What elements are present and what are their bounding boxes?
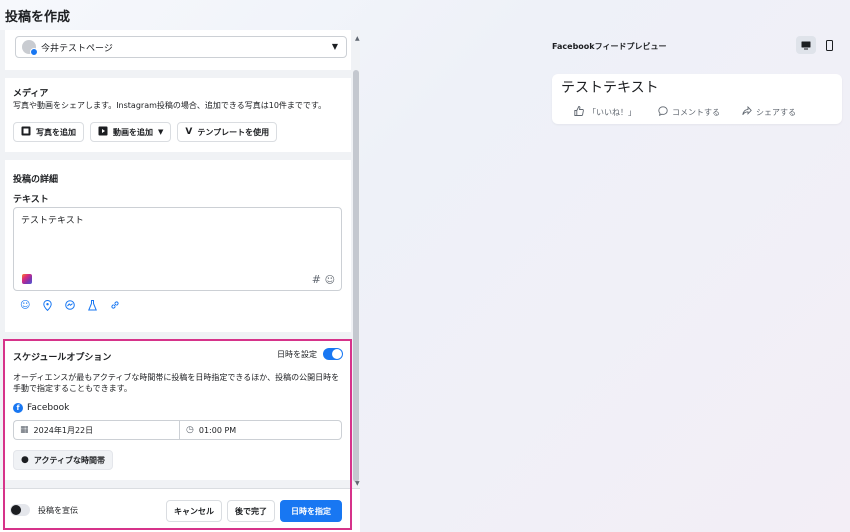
date-value: 2024年1月22日 [33,425,94,435]
schedule-heading: スケジュールオプション [13,353,112,363]
caret-down-icon: ▼ [158,128,164,136]
video-icon [98,126,108,139]
scrollbar[interactable] [352,30,360,486]
hashtag-icon[interactable]: # [312,273,321,286]
text-label: テキスト [13,195,49,205]
scroll-up-icon[interactable]: ▲ [355,35,360,42]
preview-comment-label: コメントする [672,107,720,117]
preview-comment-button: コメントする [658,106,720,118]
schedule-toggle[interactable] [323,348,343,360]
mobile-preview-button[interactable] [819,36,839,54]
toggle-knob [11,505,21,515]
clock-filled-icon: ● [21,455,29,465]
boost-label: 投稿を宣伝 [38,505,78,515]
photo-icon [21,126,31,139]
feed-preview-card: テストテキスト 「いいね！」 コメントする シェアする [552,74,842,124]
schedule-button[interactable]: 日時を指定 [280,500,342,522]
desktop-preview-button[interactable] [796,36,816,54]
preview-label: Facebookフィードプレビュー [552,42,667,51]
mobile-icon [825,39,833,51]
emoji-icon[interactable]: ☺ [325,275,335,286]
location-icon[interactable] [43,299,53,314]
page-title: 投稿を作成 [5,10,71,25]
toggle-knob [332,349,342,359]
post-details-section: 投稿の詳細 テキスト テストテキスト # ☺ ☺ [5,160,351,332]
scroll-down-icon[interactable]: ▼ [355,480,360,487]
schedule-description: オーディエンスが最もアクティブな時間帯に投稿を日時指定できるほか、投稿の公開日時… [13,373,340,393]
time-value: 01:00 PM [198,425,237,435]
page-select-dropdown[interactable]: 今井テストページ ▼ [15,36,347,58]
cancel-button[interactable]: キャンセル [166,500,222,522]
template-icon: V [185,127,193,137]
use-template-label: テンプレートを使用 [197,127,270,137]
media-heading: メディア [13,89,49,99]
use-template-button[interactable]: V テンプレートを使用 [177,122,278,142]
schedule-options-section: スケジュールオプション 日時を設定 オーディエンスが最もアクティブな時間帯に投稿… [5,340,351,480]
platform-label: Facebook [27,403,70,413]
details-heading: 投稿の詳細 [13,175,59,185]
feeling-icon[interactable]: ☺ [20,300,30,314]
time-input[interactable]: ◷ 01:00 PM [179,420,342,440]
footer-bar: 投稿を宣伝 キャンセル 後で完了 日時を指定 [0,488,360,532]
preview-share-label: シェアする [756,107,796,117]
media-section: メディア 写真や動画をシェアします。Instagram投稿の場合、追加できる写真… [5,78,351,152]
add-photo-label: 写真を追加 [36,127,76,137]
thumbs-up-icon [574,106,584,118]
add-video-button[interactable]: 動画を追加 ▼ [90,122,172,142]
link-icon[interactable] [110,300,120,314]
media-description: 写真や動画をシェアします。Instagram投稿の場合、追加できる写真は10件ま… [13,101,327,110]
color-background-icon[interactable] [22,274,32,284]
page-avatar [22,40,38,56]
date-input[interactable]: ▦ 2024年1月22日 [13,420,179,440]
add-photo-button[interactable]: 写真を追加 [13,122,84,142]
page-select-value: 今井テストページ [41,43,113,54]
calendar-icon: ▦ [20,425,29,435]
preview-like-button: 「いいね！」 [574,106,636,118]
flask-icon[interactable] [88,300,98,314]
preview-like-label: 「いいね！」 [588,107,636,117]
active-times-label: アクティブな時間帯 [33,455,105,465]
messenger-icon[interactable] [65,300,76,314]
desktop-icon [801,41,811,49]
post-text-value: テストテキスト [21,216,84,226]
device-toggle [796,36,839,54]
facebook-icon: f [13,403,23,413]
post-text-input[interactable]: テストテキスト # ☺ [13,207,342,291]
finish-later-button[interactable]: 後で完了 [227,500,275,522]
schedule-toggle-label: 日時を設定 [277,349,317,359]
active-times-button[interactable]: ● アクティブな時間帯 [13,450,113,470]
facebook-badge-icon [30,48,38,56]
scroll-thumb[interactable] [353,70,359,482]
clock-icon: ◷ [186,425,194,435]
caret-down-icon: ▼ [331,42,338,51]
boost-toggle[interactable] [10,504,30,516]
comment-icon [658,106,668,118]
add-video-label: 動画を追加 [113,127,153,137]
share-icon [742,105,752,118]
preview-post-text: テストテキスト [561,80,659,96]
page-select-section: 今井テストページ ▼ [5,30,351,70]
preview-share-button: シェアする [742,105,796,118]
